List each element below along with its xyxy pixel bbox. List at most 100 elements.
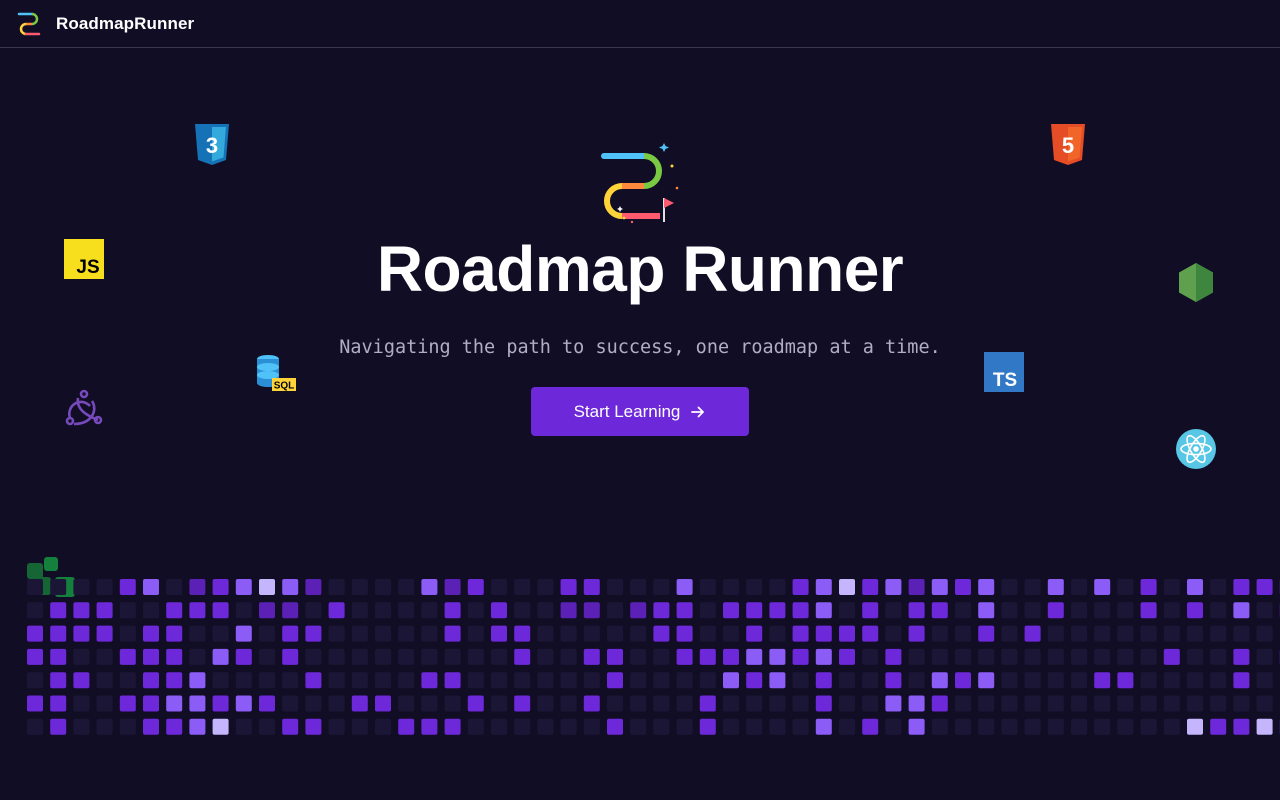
grid-cell (630, 579, 647, 595)
grid-cell (1094, 695, 1111, 712)
grid-cell (1117, 602, 1134, 619)
grid-cell (1233, 695, 1250, 712)
grid-cell (978, 672, 995, 689)
grid-cell (862, 718, 879, 735)
grid-cell (351, 625, 368, 642)
grid-cell (1001, 579, 1018, 595)
grid-cell (978, 648, 995, 665)
grid-cell (351, 718, 368, 735)
grid-cell (978, 718, 995, 735)
grid-cell (839, 648, 855, 665)
grid-cell (398, 718, 415, 735)
grid-cell (1117, 648, 1134, 665)
grid-cell (444, 718, 461, 735)
grid-cell (537, 579, 554, 595)
grid-cell (560, 695, 577, 712)
grid-cell (1001, 718, 1018, 735)
grid-cell (862, 625, 879, 642)
grid-cell (1256, 672, 1273, 689)
grid-cell (166, 579, 183, 595)
grid-cell (1256, 648, 1273, 665)
grid-cell (375, 602, 391, 619)
grid-cell (885, 648, 902, 665)
grid-cell (398, 625, 415, 642)
grid-cell (421, 625, 438, 642)
grid-cell (1256, 579, 1273, 595)
grid-cell (398, 579, 415, 595)
grid-cell (73, 625, 90, 642)
grid-cell (1001, 695, 1018, 712)
grid-cell (235, 625, 252, 642)
grid-cell (1233, 625, 1250, 642)
grid-cell (491, 672, 507, 689)
grid-cell (1117, 718, 1134, 735)
grid-cell (885, 695, 902, 712)
grid-cell (978, 625, 995, 642)
grid-cell (955, 602, 971, 619)
grid-cell (282, 648, 299, 665)
grid-cell (746, 695, 763, 712)
grid-cell (27, 672, 43, 689)
grid-cell (769, 718, 786, 735)
grid-cell (676, 602, 693, 619)
grid-cell (676, 625, 693, 642)
grid-cell (1163, 718, 1180, 735)
grid-cell (978, 602, 995, 619)
grid-cell (839, 718, 855, 735)
grid-cell (978, 579, 995, 595)
grid-cell (653, 625, 670, 642)
grid-cell (630, 602, 647, 619)
grid-cell (212, 718, 229, 735)
grid-cell (119, 602, 136, 619)
grid-cell (212, 579, 229, 595)
grid-cell (885, 672, 902, 689)
grid-cell (398, 695, 415, 712)
grid-cell (375, 672, 391, 689)
grid-cell (421, 672, 438, 689)
grid-cell (699, 625, 716, 642)
grid-cell (815, 718, 832, 735)
grid-cell (583, 625, 600, 642)
grid-cell (189, 579, 206, 595)
grid-cell (1047, 695, 1064, 712)
grid-cell (931, 625, 948, 642)
grid-cell (1233, 672, 1250, 689)
grid-cell (560, 718, 577, 735)
grid-cell (815, 625, 832, 642)
grid-cell (885, 579, 902, 595)
grid-cell (514, 625, 531, 642)
grid-cell (607, 648, 623, 665)
grid-cell (166, 648, 183, 665)
grid-cell (723, 579, 739, 595)
grid-cell (259, 695, 275, 712)
grid-cell (166, 672, 183, 689)
grid-cell (1187, 695, 1203, 712)
grid-cell (560, 672, 577, 689)
grid-cell (421, 695, 438, 712)
grid-cell (560, 602, 577, 619)
blob-square (27, 563, 43, 579)
activity-grid (27, 557, 1280, 735)
grid-cell (50, 695, 67, 712)
grid-cell (1163, 648, 1180, 665)
grid-cell (792, 579, 809, 595)
grid-cell (607, 718, 623, 735)
grid-cell (815, 579, 832, 595)
grid-cell (792, 648, 809, 665)
grid-cell (73, 648, 90, 665)
grid-cell (143, 672, 159, 689)
grid-cell (723, 625, 739, 642)
grid-cell (259, 672, 275, 689)
grid-cell (653, 648, 670, 665)
grid-cell (1187, 625, 1203, 642)
grid-cell (815, 695, 832, 712)
grid-cell (375, 718, 391, 735)
grid-cell (189, 625, 206, 642)
grid-cell (1233, 602, 1250, 619)
grid-cell (1163, 625, 1180, 642)
grid-cell (1024, 718, 1041, 735)
grid-cell (653, 672, 670, 689)
grid-cell (908, 695, 925, 712)
grid-cell (1210, 625, 1227, 642)
grid-cell (885, 718, 902, 735)
